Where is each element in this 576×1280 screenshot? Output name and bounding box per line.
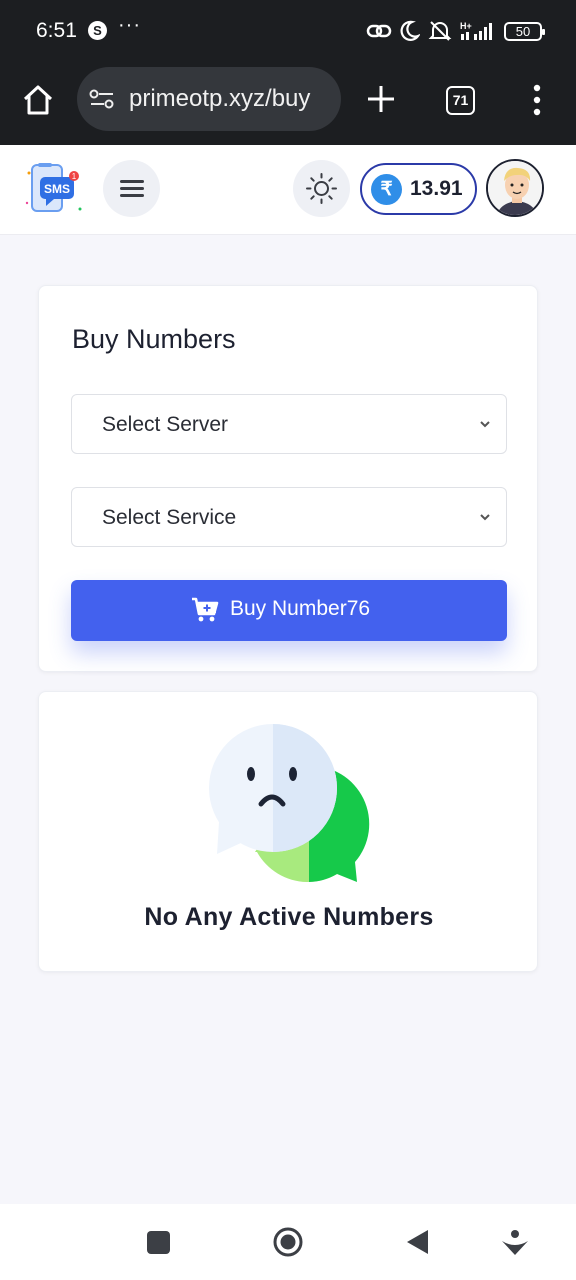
moon-icon	[400, 20, 420, 41]
logo-badge: 1	[72, 172, 77, 181]
menu-line	[120, 194, 144, 197]
assistant-icon[interactable]	[501, 1229, 529, 1257]
service-select-value: Select Service	[102, 506, 237, 529]
svg-text:H+: H+	[460, 21, 472, 31]
more-notifications-icon: ···	[118, 14, 141, 36]
server-select-value: Select Server	[102, 413, 229, 436]
avatar-image	[488, 161, 542, 215]
sun-icon	[306, 173, 337, 204]
user-avatar[interactable]	[486, 159, 544, 217]
buy-numbers-card: Buy Numbers Select Server Select Service…	[38, 285, 538, 672]
theme-toggle-button[interactable]	[293, 160, 350, 217]
wallet-balance-button[interactable]: ₹ 13.91	[360, 163, 477, 215]
hamburger-menu-button[interactable]	[103, 160, 160, 217]
balance-value: 13.91	[410, 177, 463, 200]
menu-line	[120, 187, 144, 190]
recent-apps-button[interactable]	[147, 1231, 170, 1254]
signal-icon: H+	[460, 21, 492, 40]
battery-indicator: 50	[504, 21, 545, 41]
new-tab-icon[interactable]	[364, 82, 398, 116]
link-icon	[366, 24, 392, 38]
site-settings-icon[interactable]	[89, 88, 115, 110]
notification-app-icon: S	[88, 21, 107, 40]
empty-state-message: No Any Active Numbers	[144, 903, 434, 931]
card-title: Buy Numbers	[72, 324, 236, 354]
rupee-icon: ₹	[371, 174, 402, 205]
back-nav-button[interactable]	[406, 1229, 430, 1255]
logo-text: SMS	[44, 182, 70, 196]
browser-menu-icon[interactable]	[529, 84, 545, 116]
home-icon[interactable]	[20, 82, 56, 118]
cart-plus-icon	[192, 597, 219, 622]
chevron-down-icon	[480, 421, 490, 428]
server-select[interactable]: Select Server	[71, 394, 507, 454]
menu-line	[120, 180, 144, 183]
service-select[interactable]: Select Service	[71, 487, 507, 547]
status-time: 6:51	[36, 19, 77, 42]
app-header: SMS 1 ₹ 13.91	[0, 145, 576, 235]
address-bar[interactable]: primeotp.xyz/buy	[77, 67, 341, 131]
chevron-down-icon	[480, 514, 490, 521]
sms-logo[interactable]: SMS 1	[24, 161, 84, 217]
url-text: primeotp.xyz/buy	[129, 85, 311, 112]
bell-off-icon	[428, 21, 452, 41]
tab-switcher-button[interactable]: 71	[446, 86, 475, 115]
active-numbers-card: No Any Active Numbers	[38, 691, 538, 972]
sad-chat-bubble-icon	[209, 724, 370, 882]
browser-toolbar: primeotp.xyz/buy 71	[0, 62, 576, 145]
system-nav-bar	[0, 1204, 576, 1280]
status-bar: 6:51 S ··· H+ 50	[0, 0, 576, 62]
buy-number-button[interactable]: Buy Number76	[71, 580, 507, 641]
home-nav-button[interactable]	[272, 1226, 304, 1258]
buy-button-label: Buy Number76	[230, 597, 371, 620]
status-icons: H+ 50	[366, 18, 545, 44]
